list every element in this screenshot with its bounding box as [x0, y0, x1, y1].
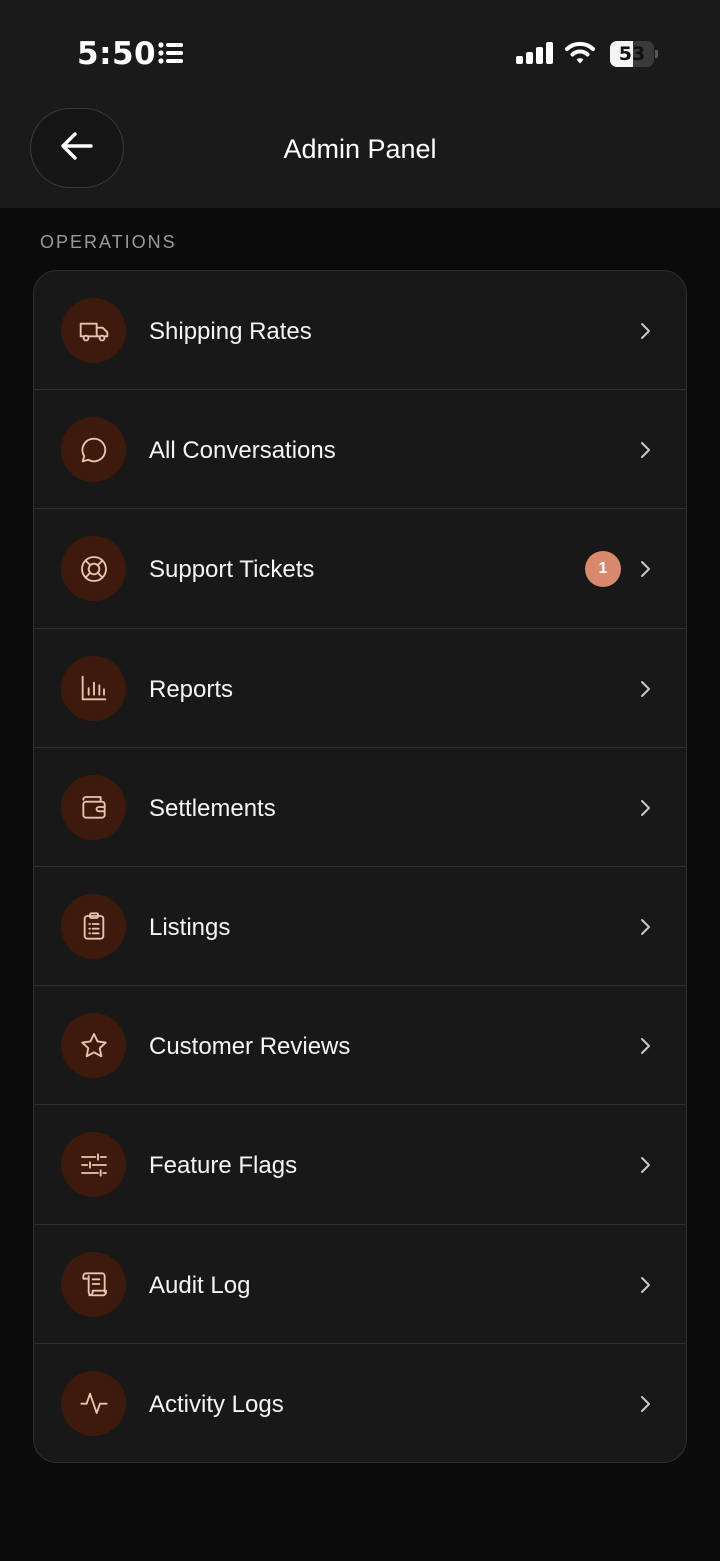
menu-item-all-conversations[interactable]: All Conversations [34, 390, 686, 510]
chevron-right-icon [638, 559, 652, 584]
notification-badge: 1 [585, 551, 621, 588]
chevron-right-icon [638, 1275, 652, 1300]
chevron-right-icon [638, 321, 652, 346]
chat-bubble-icon [61, 417, 126, 483]
menu-item-label: Support Tickets [149, 556, 315, 584]
menu-item-label: All Conversations [149, 437, 336, 465]
menu-item-label: Shipping Rates [149, 318, 312, 345]
menu-item-shipping-rates[interactable]: Shipping Rates [34, 271, 686, 391]
scroll-icon [61, 1251, 126, 1317]
status-time: 5:50 [77, 36, 157, 72]
menu-item-label: Feature Flags [149, 1152, 298, 1180]
menu-item-listings[interactable]: Listings [34, 867, 686, 987]
menu-item-feature-flags[interactable]: Feature Flags [34, 1105, 686, 1225]
back-button[interactable] [30, 108, 124, 188]
list-icon [158, 42, 184, 69]
activity-pulse-icon [61, 1370, 126, 1436]
clipboard-list-icon [61, 893, 126, 959]
sliders-icon [61, 1132, 126, 1198]
menu-item-support-tickets[interactable]: Support Tickets 1 [34, 509, 686, 629]
cellular-signal-icon [516, 42, 553, 69]
chevron-right-icon [638, 440, 652, 465]
chevron-right-icon [638, 679, 652, 704]
menu-item-label: Audit Log [149, 1271, 251, 1299]
operations-menu: Shipping Rates All Conversations Support… [33, 270, 687, 1463]
menu-item-activity-logs[interactable]: Activity Logs [34, 1344, 686, 1462]
status-bar: 5:50 53 [0, 0, 720, 100]
lifebuoy-icon [61, 536, 126, 602]
menu-item-audit-log[interactable]: Audit Log [34, 1225, 686, 1344]
menu-item-label: Customer Reviews [149, 1033, 351, 1061]
chevron-right-icon [638, 1155, 652, 1180]
wallet-icon [61, 774, 126, 840]
chevron-right-icon [638, 1036, 652, 1061]
menu-item-label: Settlements [149, 794, 276, 822]
truck-icon [61, 298, 126, 363]
chevron-right-icon [638, 917, 652, 942]
app-header: Admin Panel [0, 100, 720, 208]
menu-item-settlements[interactable]: Settlements [34, 748, 686, 867]
wifi-icon [564, 40, 596, 70]
menu-item-label: Activity Logs [149, 1390, 284, 1418]
bar-chart-icon [61, 655, 126, 721]
star-icon [61, 1013, 126, 1079]
menu-item-customer-reviews[interactable]: Customer Reviews [34, 986, 686, 1106]
menu-item-label: Listings [149, 913, 231, 941]
menu-item-label: Reports [149, 675, 234, 703]
menu-item-reports[interactable]: Reports [34, 629, 686, 748]
arrow-left-icon [60, 131, 94, 166]
chevron-right-icon [638, 1394, 652, 1419]
section-label: OPERATIONS [40, 232, 177, 252]
chevron-right-icon [638, 798, 652, 823]
battery-indicator: 53 [610, 41, 658, 67]
battery-level: 53 [618, 43, 646, 65]
